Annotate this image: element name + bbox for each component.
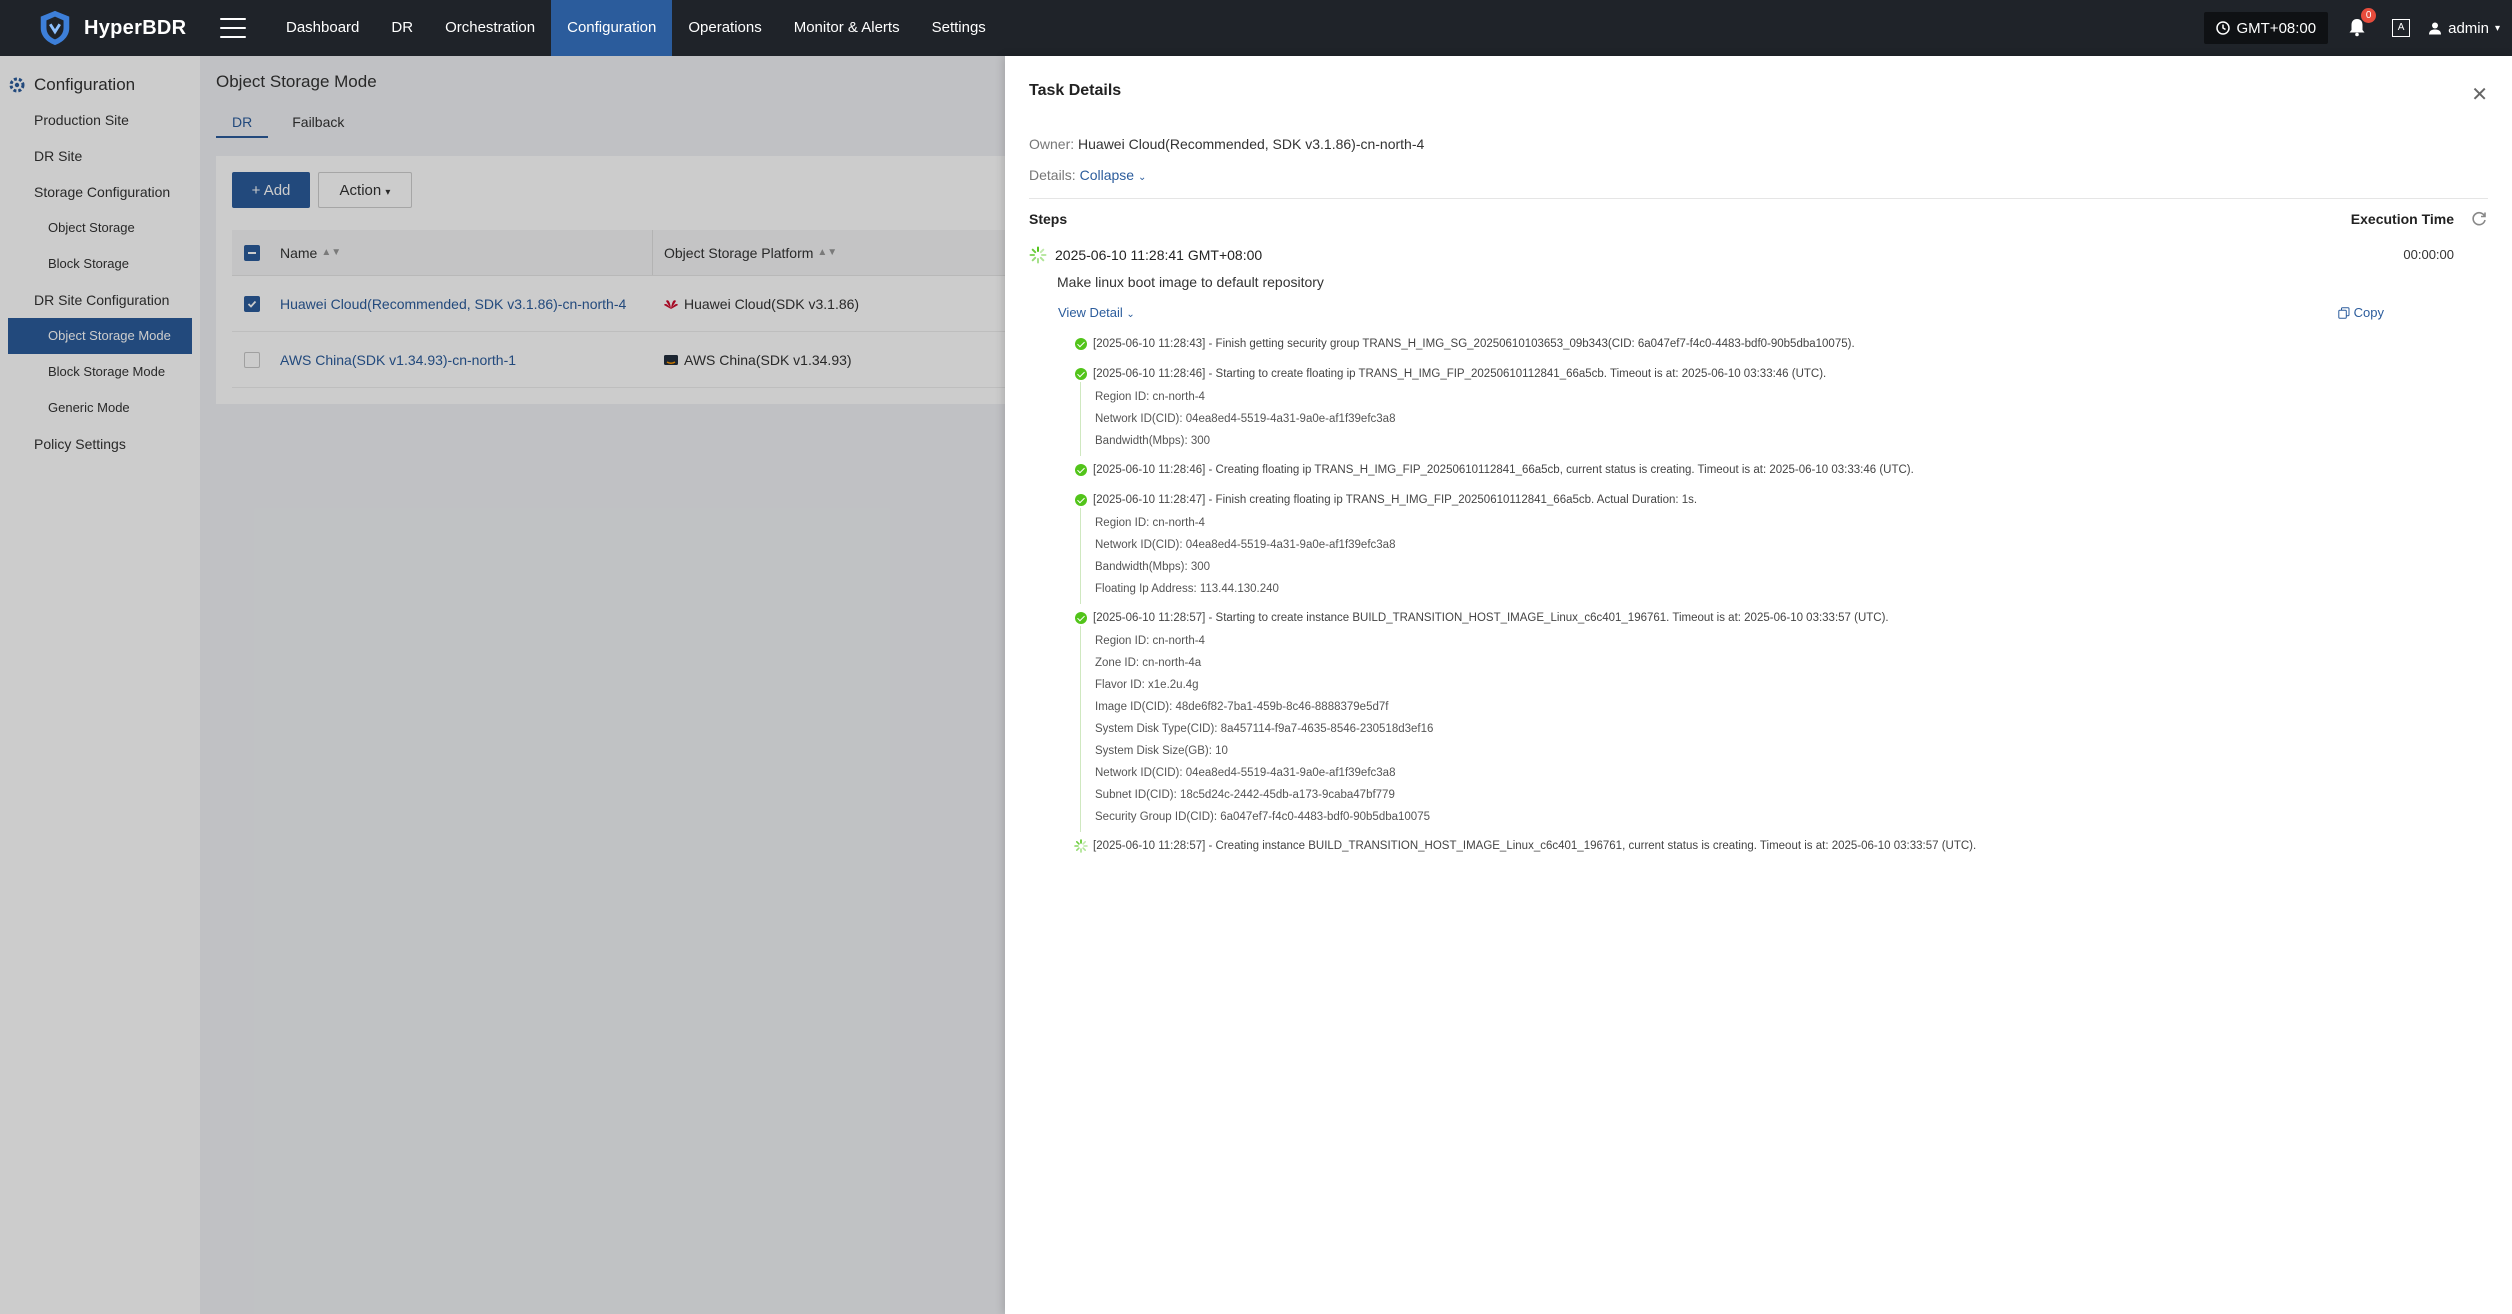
chevron-down-icon: ⌄ [1137,172,1147,183]
check-circle-icon [1075,338,1087,350]
notification-count: 0 [2361,8,2377,23]
nav-dr[interactable]: DR [375,0,429,56]
copy-icon [2337,306,2350,319]
step-duration: 00:00:00 [2403,247,2454,262]
log-detail: Region ID: cn-north-4 [1095,517,1205,529]
step-description: Make linux boot image to default reposit… [1057,274,1324,290]
log-entry: [2025-06-10 11:28:57] - Creating instanc… [1069,834,2369,858]
drawer-title: Task Details [1029,82,1122,99]
clock-icon [2216,21,2231,35]
log-detail: Bandwidth(Mbps): 300 [1095,561,1211,573]
nav-orchestration[interactable]: Orchestration [429,0,551,56]
divider [1029,198,2488,199]
log-entry: [2025-06-10 11:28:46] - Starting to crea… [1069,362,2369,456]
notification-button[interactable]: 0 [2346,8,2377,40]
log-detail: Region ID: cn-north-4 [1095,391,1205,403]
check-circle-icon [1075,612,1087,624]
owner-row: Owner: Huawei Cloud(Recommended, SDK v3.… [1029,136,1425,152]
menu-toggle-icon[interactable] [220,18,246,38]
top-navbar: HyperBDR Dashboard DR Orchestration Configu… [0,0,2512,56]
log-detail: System Disk Type(CID): 8a457114-f9a7-463… [1095,723,1434,735]
log-message: [2025-06-10 11:28:46] - Starting to crea… [1093,368,1827,380]
log-message: [2025-06-10 11:28:57] - Starting to crea… [1093,612,1889,624]
check-circle-icon [1075,464,1087,476]
log-detail: Flavor ID: x1e.2u.4g [1095,679,1199,691]
app-name: HyperBDR [84,16,187,39]
nav-operations[interactable]: Operations [672,0,777,56]
collapse-link[interactable]: Collapse ⌄ [1080,167,1147,183]
log-detail: Security Group ID(CID): 6a047ef7-f4c0-44… [1095,811,1430,823]
steps-header: Steps [1029,211,1068,227]
details-row: Details: Collapse ⌄ [1029,167,1147,183]
owner-value: Huawei Cloud(Recommended, SDK v3.1.86)-c… [1078,136,1425,152]
log-detail: System Disk Size(GB): 10 [1095,745,1228,757]
task-details-drawer: Task Details ✕ Owner: Huawei Cloud(Recom… [1005,56,2512,1314]
check-circle-icon [1075,494,1087,506]
log-detail: Network ID(CID): 04ea8ed4-5519-4a31-9a0e… [1095,539,1396,551]
log-list: [2025-06-10 11:28:43] - Finish getting s… [1069,332,2369,864]
log-message: [2025-06-10 11:28:47] - Finish creating … [1093,494,1698,506]
chevron-down-icon: ▾ [2494,22,2500,34]
nav-settings[interactable]: Settings [916,0,1002,56]
user-icon [2429,22,2442,35]
log-detail: Network ID(CID): 04ea8ed4-5519-4a31-9a0e… [1095,413,1396,425]
log-detail: Zone ID: cn-north-4a [1095,657,1202,669]
modal-overlay[interactable] [0,56,1005,1314]
chevron-down-icon: ⌄ [1126,309,1135,320]
log-entry: [2025-06-10 11:28:47] - Finish creating … [1069,488,2369,604]
logo[interactable]: HyperBDR [0,9,200,47]
log-detail: Region ID: cn-north-4 [1095,635,1205,647]
close-icon[interactable]: ✕ [2471,82,2488,107]
timezone-text: GMT+08:00 [2236,19,2317,37]
log-message: [2025-06-10 11:28:46] - Creating floatin… [1093,464,1914,476]
loading-spinner-icon [1029,246,1047,264]
user-menu[interactable]: admin ▾ [2428,20,2500,37]
username: admin [2448,19,2489,37]
shield-logo-icon [40,10,70,46]
log-entry: [2025-06-10 11:28:43] - Finish getting s… [1069,332,2369,356]
log-detail: Subnet ID(CID): 18c5d24c-2442-45db-a173-… [1095,789,1395,801]
log-detail: Image ID(CID): 48de6f82-7ba1-459b-8c46-8… [1095,701,1389,713]
refresh-icon[interactable] [2470,210,2488,228]
nav-dashboard[interactable]: Dashboard [270,0,375,56]
log-entry: [2025-06-10 11:28:46] - Creating floatin… [1069,458,2369,482]
view-detail-link[interactable]: View Detail ⌄ [1058,305,1135,320]
timezone-badge[interactable]: GMT+08:00 [2204,12,2329,44]
log-message: [2025-06-10 11:28:57] - Creating instanc… [1093,840,1977,852]
log-detail: Bandwidth(Mbps): 300 [1095,435,1211,447]
language-icon[interactable]: A [2392,19,2411,37]
nav-configuration[interactable]: Configuration [551,0,673,56]
main-nav: Dashboard DR Orchestration Configuration Ope… [270,0,1002,56]
step-timestamp: 2025-06-10 11:28:41 GMT+08:00 [1055,247,1263,263]
log-message: [2025-06-10 11:28:43] - Finish getting s… [1093,338,1855,350]
check-circle-icon [1075,368,1087,380]
timeline-rail [1080,508,1081,604]
log-detail: Floating Ip Address: 113.44.130.240 [1095,583,1279,595]
step-header: 2025-06-10 11:28:41 GMT+08:00 [1029,246,1262,264]
copy-button[interactable]: Copy [2337,305,2384,320]
loading-spinner-icon [1074,839,1088,853]
log-detail: Network ID(CID): 04ea8ed4-5519-4a31-9a0e… [1095,767,1396,779]
timeline-rail [1080,382,1081,456]
execution-time-header: Execution Time [2350,211,2454,227]
timeline-rail [1080,626,1081,832]
log-entry: [2025-06-10 11:28:57] - Starting to crea… [1069,606,2369,832]
nav-monitor-alerts[interactable]: Monitor & Alerts [778,0,916,56]
